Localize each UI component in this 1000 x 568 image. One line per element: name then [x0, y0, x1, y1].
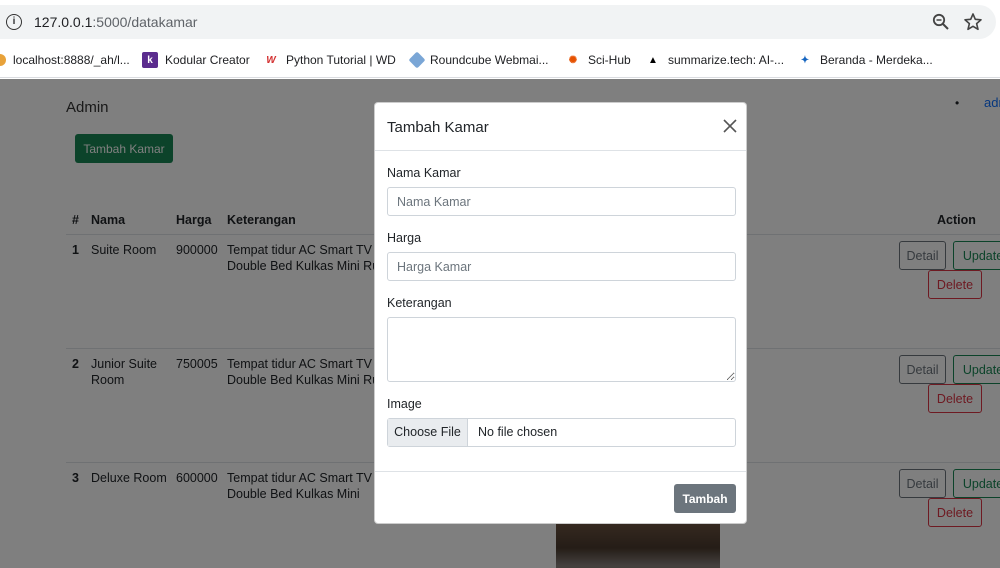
- browser-toolbar: i 127.0.0.1:5000/datakamar: [0, 0, 1000, 42]
- modal-footer-divider: [375, 471, 746, 472]
- folder-icon: [0, 54, 6, 66]
- image-file-input[interactable]: Choose File No file chosen: [387, 418, 736, 447]
- scihub-icon: ✺: [568, 54, 578, 66]
- modal-title: Tambah Kamar: [387, 119, 489, 136]
- choose-file-button[interactable]: Choose File: [388, 419, 468, 446]
- bookmark-label: Python Tutorial | WD: [286, 53, 396, 67]
- bookmark-localhost[interactable]: localhost:8888/_ah/l...: [0, 51, 130, 69]
- bookmark-python-tutorial[interactable]: W Python Tutorial | WD: [263, 51, 396, 69]
- nama-kamar-label: Nama Kamar: [387, 166, 461, 180]
- page-content: Admin • adm Tambah Kamar # Nama Harga Ke…: [0, 79, 1000, 568]
- nama-kamar-input[interactable]: [387, 187, 736, 216]
- modal-header: Tambah Kamar: [375, 103, 746, 151]
- roundcube-icon: [408, 51, 426, 69]
- bookmark-star-icon[interactable]: [963, 12, 983, 32]
- bookmark-label: Roundcube Webmai...: [430, 53, 549, 67]
- bookmark-label: Kodular Creator: [165, 53, 250, 67]
- bookmark-kodular[interactable]: k Kodular Creator: [142, 51, 250, 69]
- url-path: :5000/datakamar: [92, 14, 198, 30]
- harga-label: Harga: [387, 231, 422, 245]
- tambah-submit-button[interactable]: Tambah: [674, 484, 736, 513]
- harga-input[interactable]: [387, 252, 736, 281]
- keterangan-label: Keterangan: [387, 296, 452, 310]
- bookmark-scihub[interactable]: ✺ Sci-Hub: [565, 51, 631, 69]
- bookmark-roundcube[interactable]: Roundcube Webmai...: [408, 51, 549, 69]
- url-host: 127.0.0.1: [34, 14, 93, 30]
- address-bar[interactable]: i 127.0.0.1:5000/datakamar: [0, 5, 996, 39]
- bookmark-label: Beranda - Merdeka...: [820, 53, 933, 67]
- merdeka-icon: ✦: [800, 54, 810, 66]
- file-status-text: No file chosen: [478, 425, 558, 439]
- zoom-icon[interactable]: [932, 13, 950, 31]
- bookmark-label: localhost:8888/_ah/l...: [13, 53, 130, 67]
- site-info-icon[interactable]: i: [6, 14, 22, 30]
- wd-icon: W: [266, 54, 276, 66]
- keterangan-textarea[interactable]: [387, 317, 736, 382]
- image-label: Image: [387, 397, 422, 411]
- url-text[interactable]: 127.0.0.1:5000/datakamar: [34, 14, 197, 30]
- kodular-icon: k: [142, 52, 158, 68]
- bookmark-label: summarize.tech: AI-...: [668, 53, 785, 67]
- bookmark-label: Sci-Hub: [588, 53, 631, 67]
- bookmarks-bar: localhost:8888/_ah/l... k Kodular Creator…: [0, 42, 1000, 78]
- triangle-icon: ▲: [648, 54, 658, 66]
- close-icon[interactable]: [722, 118, 738, 134]
- bookmark-summarize[interactable]: ▲ summarize.tech: AI-...: [645, 51, 784, 69]
- bookmark-beranda[interactable]: ✦ Beranda - Merdeka...: [797, 51, 933, 69]
- tambah-kamar-modal: Tambah Kamar Nama Kamar Harga Keterangan…: [374, 102, 747, 524]
